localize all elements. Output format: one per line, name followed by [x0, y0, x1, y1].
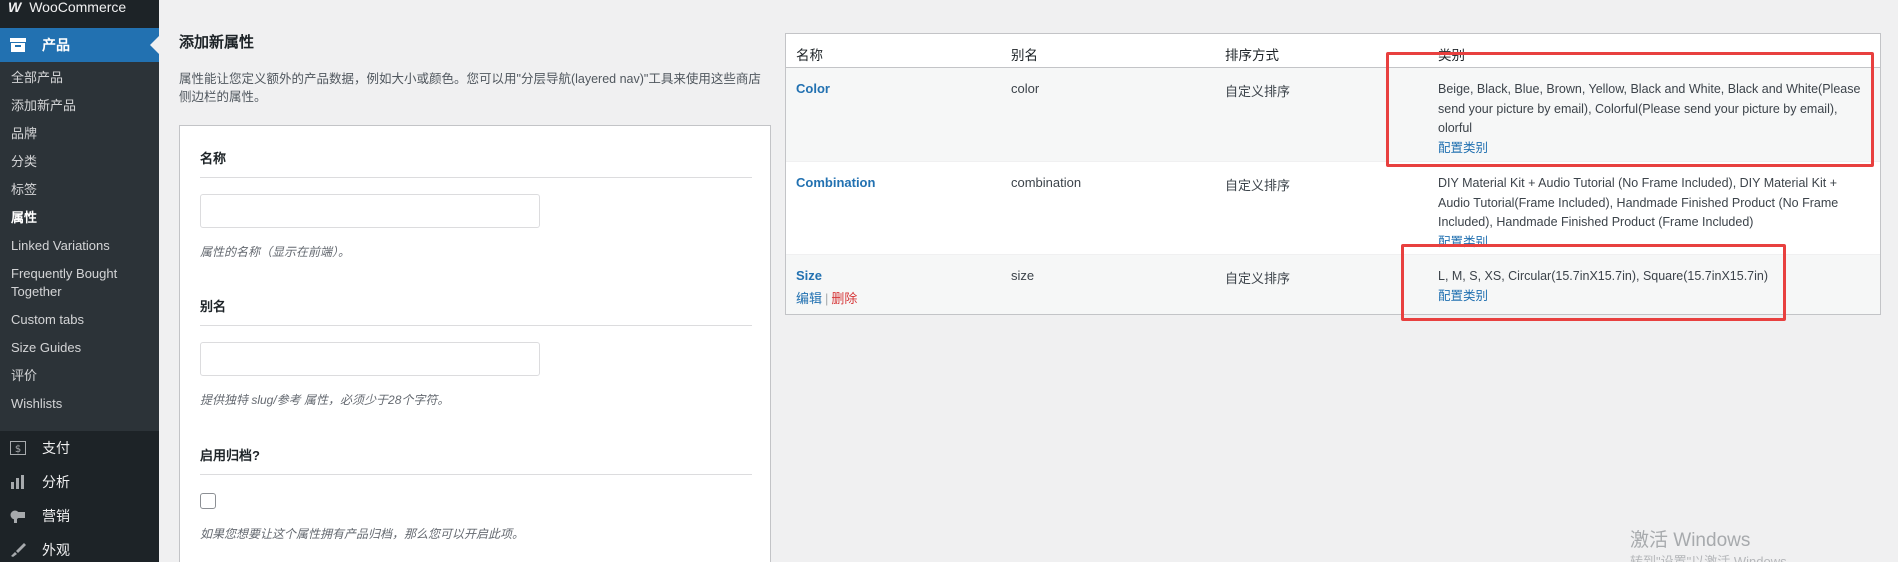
submenu-item-add-product[interactable]: 添加新产品 [0, 97, 159, 115]
sidebar-item-woocommerce[interactable]: W WooCommerce [0, 0, 159, 14]
sidebar-item-products[interactable]: 产品 [0, 28, 159, 62]
dollar-icon: $ [8, 441, 28, 455]
submenu-item-size-guides[interactable]: Size Guides [0, 339, 159, 357]
page-title: 添加新属性 [179, 34, 255, 51]
attribute-order: 自定义排序 [1225, 271, 1291, 286]
sidebar-item-marketing[interactable]: 营销 [0, 499, 159, 533]
submenu-item-frequently-bought-together[interactable]: Frequently Bought Together [0, 265, 159, 301]
submenu-item-all-products[interactable]: 全部产品 [0, 69, 159, 87]
highlight-box-size-terms [1401, 244, 1786, 321]
attribute-order: 自定义排序 [1225, 178, 1291, 193]
attribute-name-link[interactable]: Combination [796, 175, 875, 190]
delete-link[interactable]: 删除 [831, 291, 857, 306]
brush-icon [8, 543, 28, 557]
attribute-order: 自定义排序 [1225, 84, 1291, 99]
slug-input[interactable] [200, 342, 540, 376]
slug-label: 别名 [200, 296, 752, 326]
name-field-group: 名称 属性的名称（显示在前端）。 [200, 148, 752, 260]
submenu-item-brands[interactable]: 品牌 [0, 125, 159, 143]
highlight-box-color-terms [1386, 52, 1874, 167]
column-header-order: 排序方式 [1225, 48, 1279, 63]
name-label: 名称 [200, 148, 752, 178]
enable-archives-checkbox[interactable] [200, 493, 216, 509]
column-header-slug: 别名 [1011, 48, 1038, 63]
archive-field-group: 启用归档? 如果您想要让这个属性拥有产品归档，那么您可以开启此项。 [200, 445, 752, 542]
windows-watermark-title: 激活 Windows [1630, 530, 1751, 551]
table-row: Combination combination 自定义排序 DIY Materi… [786, 162, 1880, 255]
terms-list: DIY Material Kit + Audio Tutorial (No Fr… [1438, 176, 1839, 229]
attribute-name-link[interactable]: Color [796, 81, 830, 96]
megaphone-icon [8, 509, 28, 523]
archive-label: 启用归档? [200, 445, 752, 475]
admin-sidebar: W WooCommerce 产品 全部产品 添加新产品 品牌 分类 标签 属性 … [0, 0, 159, 562]
form-description: 属性能让您定义额外的产品数据，例如大小或颜色。您可以用"分层导航(layered… [179, 72, 761, 104]
slug-hint: 提供独特 slug/参考 属性，必须少于28个字符。 [200, 393, 450, 407]
attribute-slug: size [1011, 268, 1035, 283]
windows-watermark-subtitle: 转到"设置"以激活 Windows。 [1630, 554, 1800, 562]
attribute-slug: combination [1011, 175, 1082, 190]
add-attribute-section: 添加新属性 属性能让您定义额外的产品数据，例如大小或颜色。您可以用"分层导航(l… [179, 0, 771, 106]
woocommerce-icon: W [8, 0, 22, 14]
attribute-name-link[interactable]: Size [796, 268, 822, 283]
sidebar-item-payments[interactable]: $ 支付 [0, 431, 159, 465]
action-separator: | [825, 291, 829, 306]
submenu-item-custom-tabs[interactable]: Custom tabs [0, 311, 159, 329]
submenu-item-categories[interactable]: 分类 [0, 153, 159, 171]
archive-hint: 如果您想要让这个属性拥有产品归档，那么您可以开启此项。 [200, 527, 525, 541]
sidebar-item-label: 外观 [42, 542, 70, 558]
attribute-terms: DIY Material Kit + Audio Tutorial (No Fr… [1438, 174, 1868, 252]
slug-field-group: 别名 提供独特 slug/参考 属性，必须少于28个字符。 [200, 296, 752, 408]
submenu-item-tags[interactable]: 标签 [0, 181, 159, 199]
add-attribute-form: 名称 属性的名称（显示在前端）。 别名 提供独特 slug/参考 属性，必须少于… [179, 125, 771, 562]
products-submenu: 全部产品 添加新产品 品牌 分类 标签 属性 Linked Variations… [0, 62, 159, 431]
submenu-item-attributes[interactable]: 属性 [0, 209, 159, 227]
sidebar-item-analytics[interactable]: 分析 [0, 465, 159, 499]
name-input[interactable] [200, 194, 540, 228]
column-header-name: 名称 [796, 48, 823, 63]
name-hint: 属性的名称（显示在前端）。 [200, 245, 351, 259]
submenu-item-wishlists[interactable]: Wishlists [0, 395, 159, 413]
sidebar-item-label: 支付 [42, 440, 70, 456]
edit-link[interactable]: 编辑 [796, 291, 822, 306]
sidebar-item-appearance[interactable]: 外观 [0, 533, 159, 562]
sidebar-item-label: 产品 [42, 37, 70, 53]
submenu-item-linked-variations[interactable]: Linked Variations [0, 237, 159, 255]
submenu-item-reviews[interactable]: 评价 [0, 367, 159, 385]
current-indicator [150, 36, 159, 54]
row-actions: 编辑 | 删除 [796, 288, 857, 307]
bar-chart-icon [8, 475, 28, 489]
sidebar-item-label: 分析 [42, 474, 70, 490]
sidebar-item-label: 营销 [42, 508, 70, 524]
archive-box-icon [8, 38, 28, 52]
svg-text:$: $ [15, 444, 21, 455]
sidebar-item-label: WooCommerce [29, 0, 127, 14]
attribute-slug: color [1011, 81, 1040, 96]
